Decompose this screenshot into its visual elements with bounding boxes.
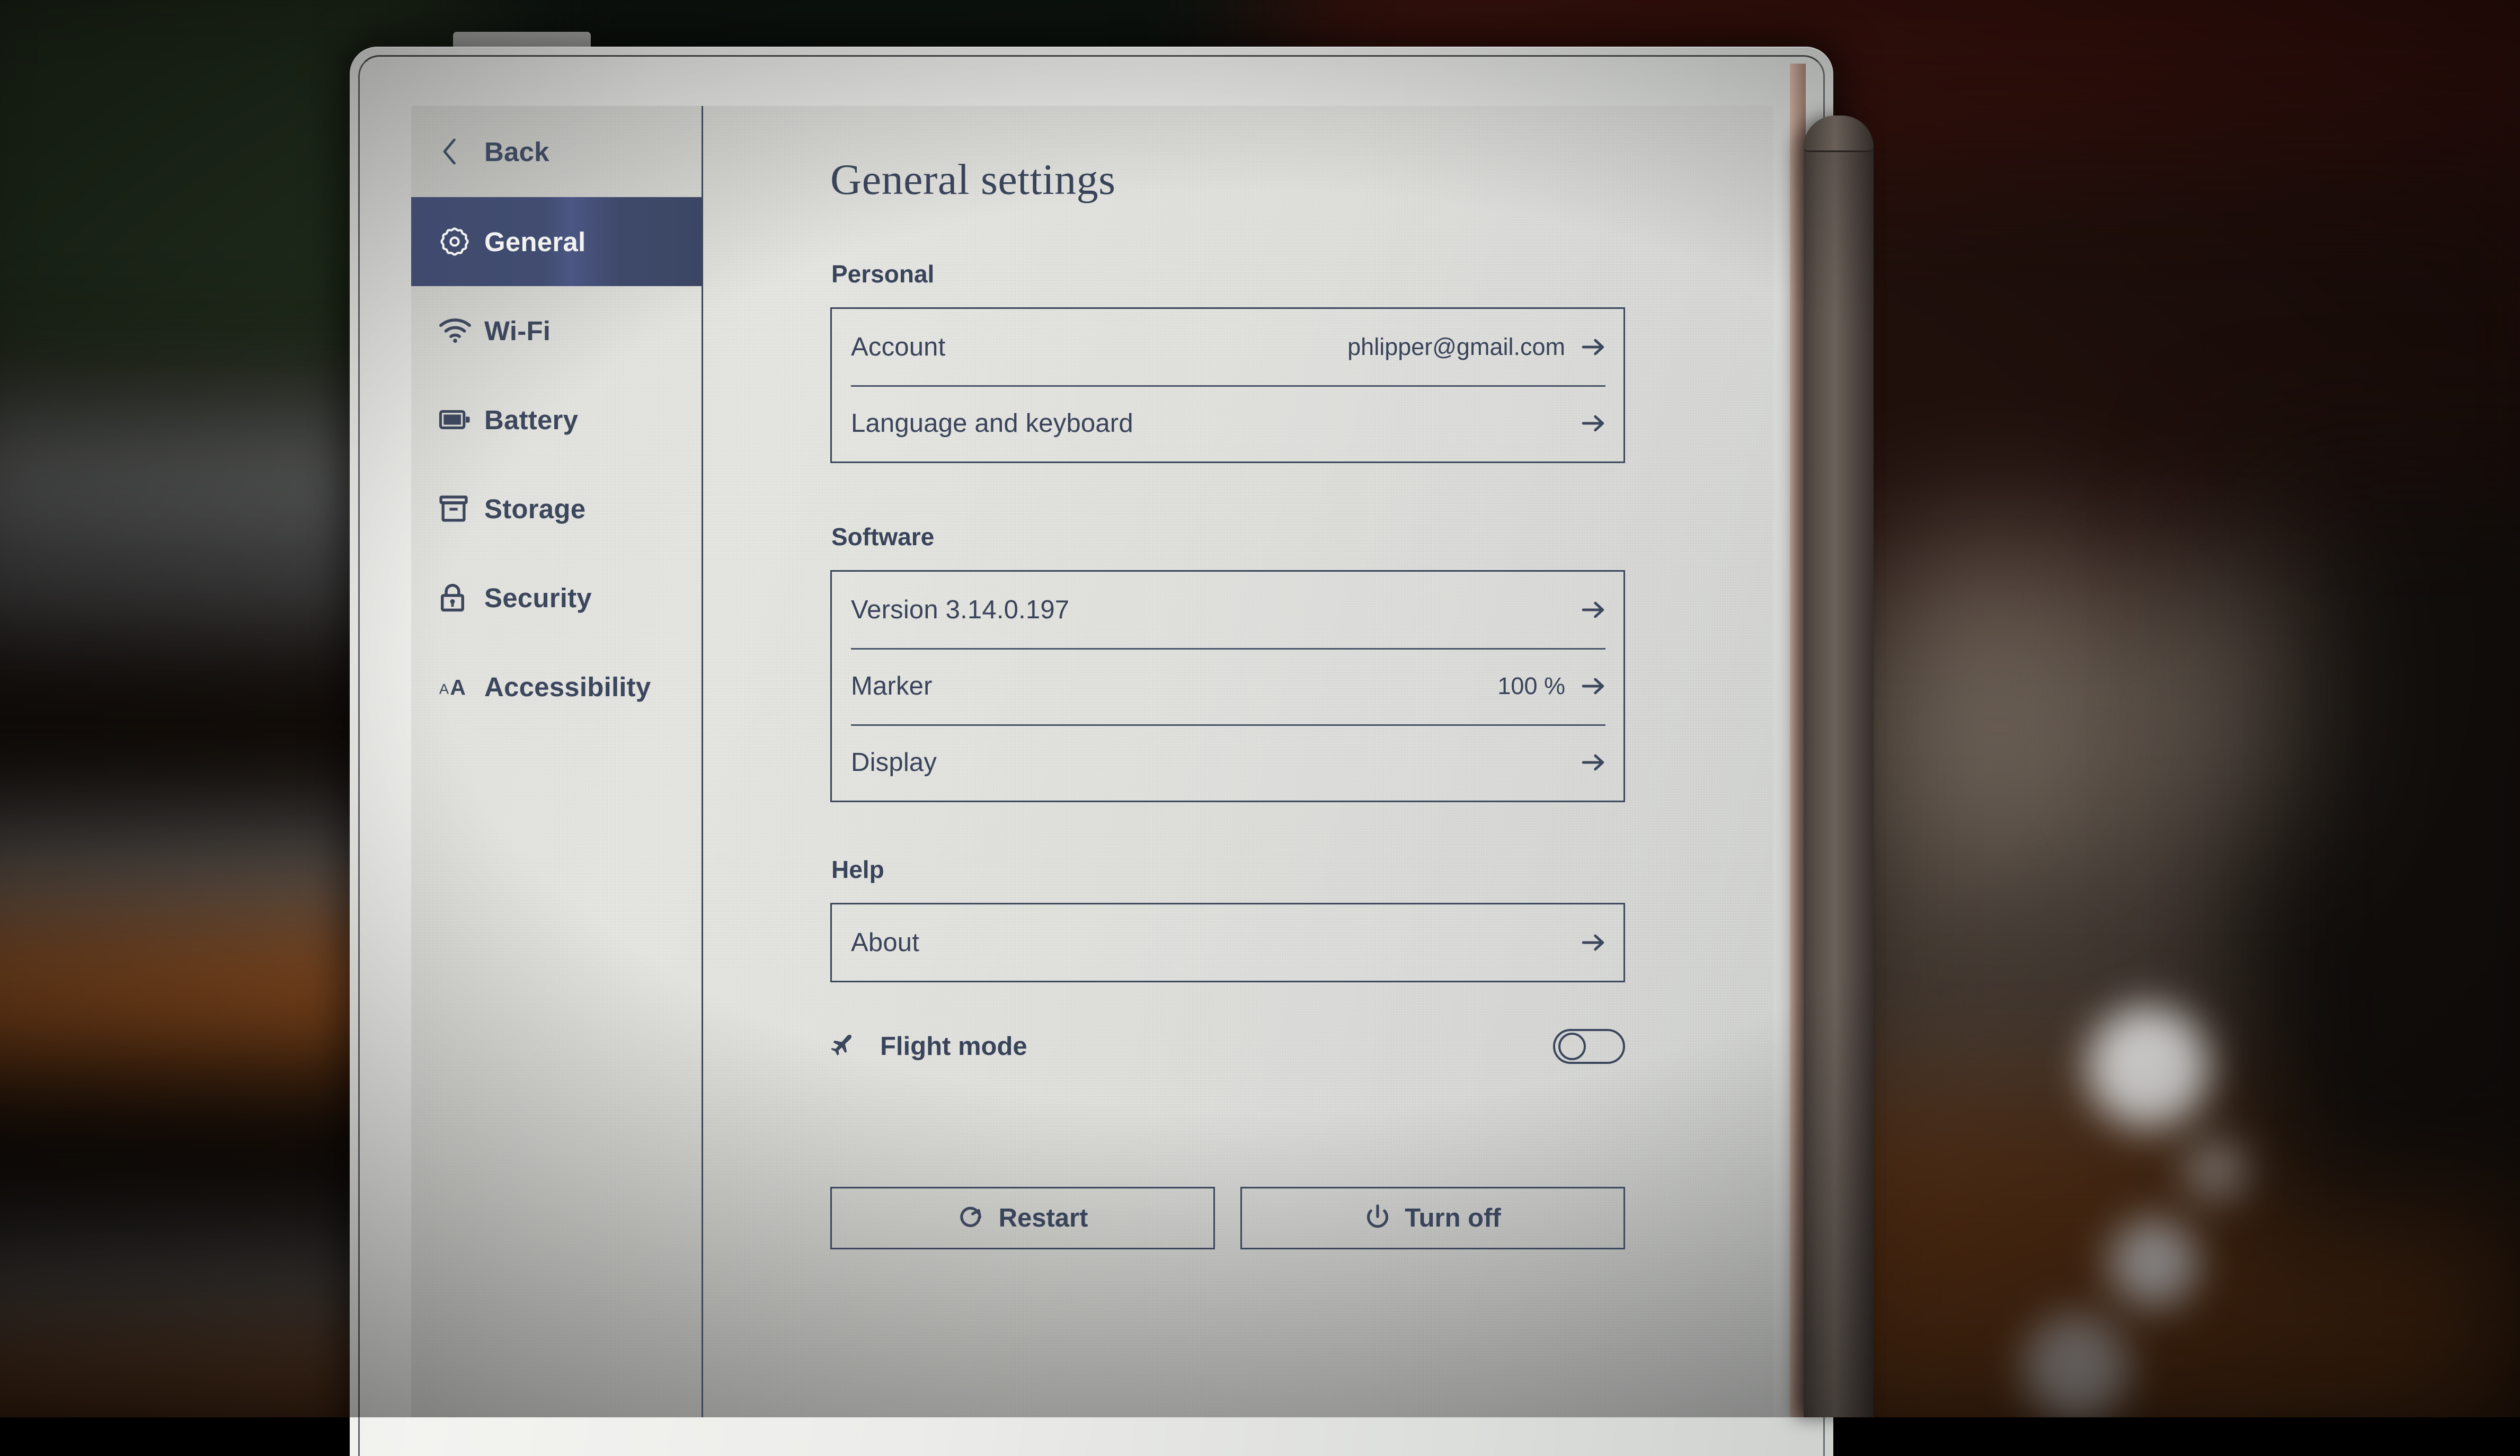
restart-button[interactable]: Restart [830, 1187, 1215, 1249]
row-label: Account [851, 332, 945, 362]
back-label: Back [484, 136, 549, 167]
settings-content: General settings Personal Account phlipp… [703, 106, 1773, 1417]
row-label: Display [851, 748, 937, 777]
wifi-icon [439, 318, 484, 343]
settings-sidebar: Back General Wi-Fi [411, 106, 703, 1417]
row-language-and-keyboard[interactable]: Language and keyboard [832, 385, 1623, 461]
restart-icon [957, 1204, 985, 1233]
sidebar-item-security[interactable]: Security [411, 553, 702, 642]
tablet-screen: Back General Wi-Fi [411, 106, 1773, 1417]
sidebar-item-accessibility[interactable]: A A Accessibility [411, 642, 702, 731]
text-size-aa-icon: A A [439, 673, 484, 700]
battery-icon [439, 409, 484, 431]
restart-label: Restart [999, 1203, 1088, 1233]
storage-box-icon [439, 494, 484, 523]
svg-text:A: A [439, 681, 449, 697]
sidebar-item-label: Battery [484, 404, 578, 436]
svg-text:A: A [450, 675, 466, 699]
turn-off-button[interactable]: Turn off [1240, 1187, 1625, 1249]
marker-value: 100 % [1497, 672, 1581, 700]
sidebar-item-label: Wi-Fi [484, 315, 551, 347]
chevron-left-icon [439, 137, 484, 166]
row-marker[interactable]: Marker 100 % [832, 648, 1623, 724]
airplane-icon [830, 1032, 864, 1062]
row-display[interactable]: Display [832, 724, 1623, 801]
arrow-right-icon [1581, 601, 1605, 619]
section-label-personal: Personal [831, 260, 1773, 288]
sidebar-item-label: Storage [484, 493, 585, 525]
arrow-right-icon [1581, 677, 1605, 695]
stylus-marker [1804, 117, 1874, 1417]
row-label: Marker [851, 671, 933, 701]
arrow-right-icon [1581, 934, 1605, 952]
row-label: Version 3.14.0.197 [851, 595, 1069, 625]
sidebar-item-wifi[interactable]: Wi-Fi [411, 286, 702, 375]
gear-icon [439, 226, 484, 258]
row-label: Language and keyboard [851, 409, 1133, 438]
personal-settings-card: Account phlipper@gmail.com Language and … [830, 307, 1625, 463]
arrow-right-icon [1581, 753, 1605, 771]
row-version[interactable]: Version 3.14.0.197 [832, 572, 1623, 648]
section-label-software: Software [831, 522, 1773, 551]
back-button[interactable]: Back [411, 106, 702, 197]
flight-mode-row[interactable]: Flight mode [830, 1007, 1625, 1086]
row-about[interactable]: About [832, 904, 1623, 981]
row-account[interactable]: Account phlipper@gmail.com [832, 309, 1623, 385]
sidebar-item-label: Accessibility [484, 671, 651, 703]
power-actions-row: Restart Turn off [830, 1187, 1625, 1249]
power-icon [1364, 1204, 1391, 1233]
sidebar-item-label: Security [484, 582, 592, 614]
software-settings-card: Version 3.14.0.197 Marker 100 % Display [830, 570, 1625, 802]
account-email-value: phlipper@gmail.com [1347, 333, 1581, 361]
turn-off-label: Turn off [1405, 1203, 1501, 1233]
lock-icon [439, 582, 484, 613]
arrow-right-icon [1581, 338, 1605, 356]
section-label-help: Help [831, 855, 1773, 884]
flight-mode-toggle[interactable] [1553, 1029, 1625, 1064]
sidebar-item-battery[interactable]: Battery [411, 375, 702, 464]
page-title: General settings [830, 155, 1773, 205]
help-settings-card: About [830, 903, 1625, 982]
flight-mode-toggle-knob [1558, 1033, 1586, 1060]
flight-mode-label: Flight mode [880, 1032, 1027, 1061]
sidebar-item-general[interactable]: General [411, 197, 702, 286]
sidebar-item-storage[interactable]: Storage [411, 464, 702, 553]
sidebar-item-label: General [484, 226, 585, 258]
row-label: About [851, 928, 919, 957]
arrow-right-icon [1581, 414, 1605, 432]
